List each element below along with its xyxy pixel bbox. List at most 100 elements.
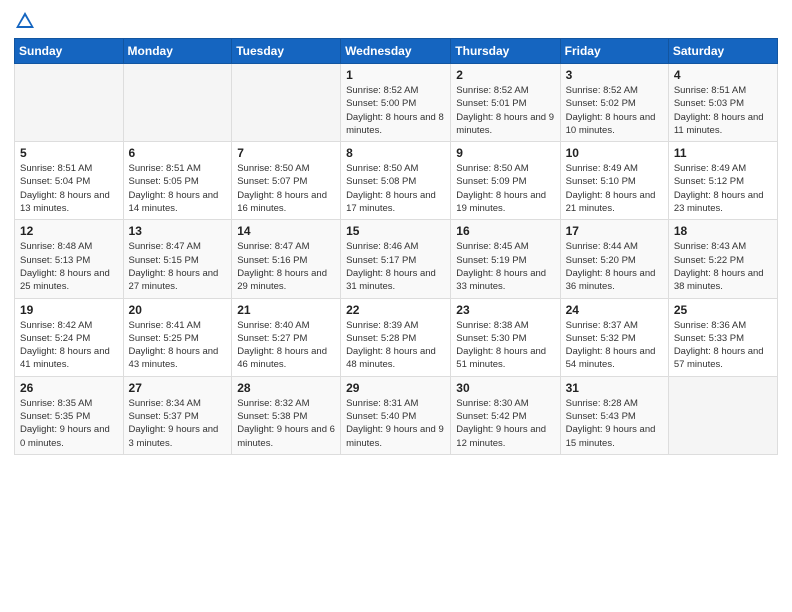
- day-number-23: 23: [456, 303, 554, 317]
- day-info-26: Sunrise: 8:35 AM Sunset: 5:35 PM Dayligh…: [20, 397, 118, 450]
- day-info-5: Sunrise: 8:51 AM Sunset: 5:04 PM Dayligh…: [20, 162, 118, 215]
- day-cell-7: 7 Sunrise: 8:50 AM Sunset: 5:07 PM Daylig…: [232, 142, 341, 220]
- day-info-21: Sunrise: 8:40 AM Sunset: 5:27 PM Dayligh…: [237, 319, 335, 372]
- day-number-19: 19: [20, 303, 118, 317]
- day-info-25: Sunrise: 8:36 AM Sunset: 5:33 PM Dayligh…: [674, 319, 772, 372]
- day-info-29: Sunrise: 8:31 AM Sunset: 5:40 PM Dayligh…: [346, 397, 445, 450]
- day-number-30: 30: [456, 381, 554, 395]
- day-info-22: Sunrise: 8:39 AM Sunset: 5:28 PM Dayligh…: [346, 319, 445, 372]
- day-cell-24: 24 Sunrise: 8:37 AM Sunset: 5:32 PM Dayli…: [560, 298, 668, 376]
- day-info-24: Sunrise: 8:37 AM Sunset: 5:32 PM Dayligh…: [566, 319, 663, 372]
- weekday-header-sunday: Sunday: [15, 39, 124, 64]
- day-info-13: Sunrise: 8:47 AM Sunset: 5:15 PM Dayligh…: [129, 240, 227, 293]
- day-info-1: Sunrise: 8:52 AM Sunset: 5:00 PM Dayligh…: [346, 84, 445, 137]
- page: SundayMondayTuesdayWednesdayThursdayFrid…: [0, 0, 792, 612]
- day-info-23: Sunrise: 8:38 AM Sunset: 5:30 PM Dayligh…: [456, 319, 554, 372]
- day-number-29: 29: [346, 381, 445, 395]
- day-info-10: Sunrise: 8:49 AM Sunset: 5:10 PM Dayligh…: [566, 162, 663, 215]
- day-number-18: 18: [674, 224, 772, 238]
- day-number-22: 22: [346, 303, 445, 317]
- empty-cell: [232, 64, 341, 142]
- day-cell-6: 6Sunrise: 8:51 AM Sunset: 5:05 PM Daylig…: [123, 142, 232, 220]
- day-info-19: Sunrise: 8:42 AM Sunset: 5:24 PM Dayligh…: [20, 319, 118, 372]
- day-cell-5: 5 Sunrise: 8:51 AM Sunset: 5:04 PM Daylig…: [15, 142, 124, 220]
- day-number-17: 17: [566, 224, 663, 238]
- day-number-6: 6: [129, 146, 227, 160]
- weekday-header-row: SundayMondayTuesdayWednesdayThursdayFrid…: [15, 39, 778, 64]
- day-number-5: 5: [20, 146, 118, 160]
- week-row-4: 19 Sunrise: 8:42 AM Sunset: 5:24 PM Dayli…: [15, 298, 778, 376]
- day-cell-28: 28 Sunrise: 8:32 AM Sunset: 5:38 PM Dayli…: [232, 376, 341, 454]
- day-info-12: Sunrise: 8:48 AM Sunset: 5:13 PM Dayligh…: [20, 240, 118, 293]
- day-info-15: Sunrise: 8:46 AM Sunset: 5:17 PM Dayligh…: [346, 240, 445, 293]
- week-row-2: 5 Sunrise: 8:51 AM Sunset: 5:04 PM Daylig…: [15, 142, 778, 220]
- day-number-8: 8: [346, 146, 445, 160]
- week-row-3: 12 Sunrise: 8:48 AM Sunset: 5:13 PM Dayli…: [15, 220, 778, 298]
- day-cell-14: 14Sunrise: 8:47 AM Sunset: 5:16 PM Dayli…: [232, 220, 341, 298]
- empty-cell: [123, 64, 232, 142]
- header: [14, 10, 778, 32]
- day-cell-12: 12 Sunrise: 8:48 AM Sunset: 5:13 PM Dayli…: [15, 220, 124, 298]
- day-cell-27: 27Sunrise: 8:34 AM Sunset: 5:37 PM Dayli…: [123, 376, 232, 454]
- day-cell-9: 9 Sunrise: 8:50 AM Sunset: 5:09 PM Daylig…: [451, 142, 560, 220]
- weekday-header-friday: Friday: [560, 39, 668, 64]
- day-number-3: 3: [566, 68, 663, 82]
- day-cell-15: 15 Sunrise: 8:46 AM Sunset: 5:17 PM Dayli…: [341, 220, 451, 298]
- day-info-3: Sunrise: 8:52 AM Sunset: 5:02 PM Dayligh…: [566, 84, 663, 137]
- week-row-5: 26 Sunrise: 8:35 AM Sunset: 5:35 PM Dayli…: [15, 376, 778, 454]
- day-number-24: 24: [566, 303, 663, 317]
- day-number-28: 28: [237, 381, 335, 395]
- day-number-12: 12: [20, 224, 118, 238]
- day-info-8: Sunrise: 8:50 AM Sunset: 5:08 PM Dayligh…: [346, 162, 445, 215]
- day-number-10: 10: [566, 146, 663, 160]
- day-info-28: Sunrise: 8:32 AM Sunset: 5:38 PM Dayligh…: [237, 397, 335, 450]
- weekday-header-monday: Monday: [123, 39, 232, 64]
- day-cell-31: 31 Sunrise: 8:28 AM Sunset: 5:43 PM Dayli…: [560, 376, 668, 454]
- day-cell-8: 8 Sunrise: 8:50 AM Sunset: 5:08 PM Daylig…: [341, 142, 451, 220]
- day-cell-26: 26 Sunrise: 8:35 AM Sunset: 5:35 PM Dayli…: [15, 376, 124, 454]
- day-number-27: 27: [129, 381, 227, 395]
- empty-cell: [15, 64, 124, 142]
- weekday-header-saturday: Saturday: [668, 39, 777, 64]
- day-cell-3: 3 Sunrise: 8:52 AM Sunset: 5:02 PM Daylig…: [560, 64, 668, 142]
- day-number-21: 21: [237, 303, 335, 317]
- day-cell-20: 20 Sunrise: 8:41 AM Sunset: 5:25 PM Dayli…: [123, 298, 232, 376]
- day-number-16: 16: [456, 224, 554, 238]
- day-number-31: 31: [566, 381, 663, 395]
- day-info-7: Sunrise: 8:50 AM Sunset: 5:07 PM Dayligh…: [237, 162, 335, 215]
- logo-icon: [14, 10, 36, 32]
- day-cell-30: 30Sunrise: 8:30 AM Sunset: 5:42 PM Dayli…: [451, 376, 560, 454]
- day-cell-16: 16 Sunrise: 8:45 AM Sunset: 5:19 PM Dayli…: [451, 220, 560, 298]
- day-info-9: Sunrise: 8:50 AM Sunset: 5:09 PM Dayligh…: [456, 162, 554, 215]
- day-cell-11: 11Sunrise: 8:49 AM Sunset: 5:12 PM Dayli…: [668, 142, 777, 220]
- day-cell-29: 29 Sunrise: 8:31 AM Sunset: 5:40 PM Dayli…: [341, 376, 451, 454]
- day-cell-10: 10 Sunrise: 8:49 AM Sunset: 5:10 PM Dayli…: [560, 142, 668, 220]
- day-cell-23: 23 Sunrise: 8:38 AM Sunset: 5:30 PM Dayli…: [451, 298, 560, 376]
- day-cell-2: 2Sunrise: 8:52 AM Sunset: 5:01 PM Daylig…: [451, 64, 560, 142]
- day-cell-21: 21 Sunrise: 8:40 AM Sunset: 5:27 PM Dayli…: [232, 298, 341, 376]
- day-info-14: Sunrise: 8:47 AM Sunset: 5:16 PM Dayligh…: [237, 240, 335, 293]
- day-number-15: 15: [346, 224, 445, 238]
- day-cell-4: 4Sunrise: 8:51 AM Sunset: 5:03 PM Daylig…: [668, 64, 777, 142]
- weekday-header-wednesday: Wednesday: [341, 39, 451, 64]
- day-cell-22: 22 Sunrise: 8:39 AM Sunset: 5:28 PM Dayli…: [341, 298, 451, 376]
- day-number-1: 1: [346, 68, 445, 82]
- day-info-20: Sunrise: 8:41 AM Sunset: 5:25 PM Dayligh…: [129, 319, 227, 372]
- day-info-16: Sunrise: 8:45 AM Sunset: 5:19 PM Dayligh…: [456, 240, 554, 293]
- day-number-7: 7: [237, 146, 335, 160]
- day-cell-17: 17 Sunrise: 8:44 AM Sunset: 5:20 PM Dayli…: [560, 220, 668, 298]
- day-number-4: 4: [674, 68, 772, 82]
- day-info-18: Sunrise: 8:43 AM Sunset: 5:22 PM Dayligh…: [674, 240, 772, 293]
- day-info-2: Sunrise: 8:52 AM Sunset: 5:01 PM Dayligh…: [456, 84, 554, 137]
- calendar-table: SundayMondayTuesdayWednesdayThursdayFrid…: [14, 38, 778, 455]
- day-info-17: Sunrise: 8:44 AM Sunset: 5:20 PM Dayligh…: [566, 240, 663, 293]
- day-cell-19: 19 Sunrise: 8:42 AM Sunset: 5:24 PM Dayli…: [15, 298, 124, 376]
- day-number-11: 11: [674, 146, 772, 160]
- day-number-9: 9: [456, 146, 554, 160]
- weekday-header-thursday: Thursday: [451, 39, 560, 64]
- day-cell-25: 25Sunrise: 8:36 AM Sunset: 5:33 PM Dayli…: [668, 298, 777, 376]
- day-cell-1: 1 Sunrise: 8:52 AM Sunset: 5:00 PM Daylig…: [341, 64, 451, 142]
- day-info-31: Sunrise: 8:28 AM Sunset: 5:43 PM Dayligh…: [566, 397, 663, 450]
- day-number-26: 26: [20, 381, 118, 395]
- day-number-20: 20: [129, 303, 227, 317]
